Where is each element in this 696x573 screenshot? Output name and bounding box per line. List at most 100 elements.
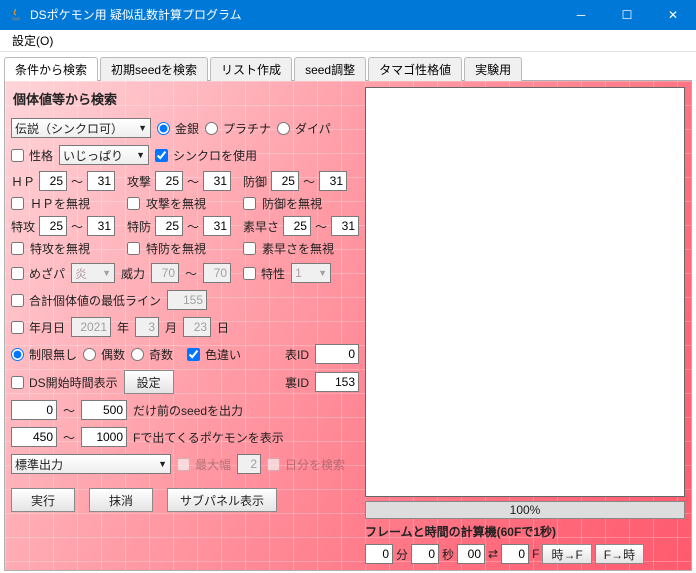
tab-experimental[interactable]: 実験用	[464, 57, 522, 81]
window-title: DSポケモン用 疑似乱数計算プログラム	[30, 0, 558, 30]
tab-egg-nature[interactable]: タマゴ性格値	[368, 57, 462, 81]
iv-atk-lo[interactable]	[155, 171, 183, 191]
date-check[interactable]: 年月日	[11, 319, 65, 336]
hidden-power-lo[interactable]	[151, 263, 179, 283]
output-mode-select[interactable]: 標準出力▼	[11, 454, 171, 474]
iv-spa-lo[interactable]	[39, 216, 67, 236]
nature-check[interactable]: 性格	[11, 147, 53, 164]
menu-settings[interactable]: 設定(O)	[6, 30, 59, 51]
iv-hp-lo[interactable]	[39, 171, 67, 191]
titlebar: DSポケモン用 疑似乱数計算プログラム ─ ☐ ✕	[0, 0, 696, 30]
output-textarea[interactable]	[365, 87, 685, 497]
ft-csec[interactable]	[457, 544, 485, 564]
left-pane: 個体値等から検索 伝説（シンクロ可） ▼ 金銀 プラチナ ダイパ 性格 いじっぱり…	[11, 87, 359, 564]
ds-start-check[interactable]: DS開始時間表示	[11, 374, 118, 391]
front-id-input[interactable]	[315, 344, 359, 364]
chevron-down-icon: ▼	[314, 268, 327, 278]
iv-atk-label: 攻撃	[127, 173, 151, 190]
iv-hp-label: ＨＰ	[11, 173, 35, 190]
minimize-button[interactable]: ─	[558, 0, 604, 30]
iv-spd-label: 特防	[127, 218, 151, 235]
iv-def-lo[interactable]	[271, 171, 299, 191]
tabstrip: 条件から検索 初期seedを検索 リスト作成 seed調整 タマゴ性格値 実験用	[0, 52, 696, 80]
maximize-button[interactable]: ☐	[604, 0, 650, 30]
max-width-check[interactable]: 最大幅	[177, 456, 231, 473]
date-day[interactable]	[183, 317, 211, 337]
iv-spa-ignore[interactable]: 特攻を無視	[11, 240, 117, 257]
frame-range-lo[interactable]	[11, 427, 57, 447]
iv-atk-hi[interactable]	[203, 171, 231, 191]
iv-spa-label: 特攻	[11, 218, 35, 235]
seed-range-suffix: だけ前のseedを出力	[133, 402, 243, 419]
nature-select[interactable]: いじっぱり▼	[59, 145, 149, 165]
date-month[interactable]	[135, 317, 159, 337]
seed-range-lo[interactable]	[11, 400, 57, 420]
iv-spd-lo[interactable]	[155, 216, 183, 236]
frame-to-time-button[interactable]: F→時	[595, 544, 644, 564]
chevron-down-icon: ▼	[134, 123, 147, 133]
tab-search-initial-seed[interactable]: 初期seedを検索	[100, 57, 208, 81]
encounter-type-value: 伝説（シンクロ可）	[15, 120, 123, 137]
tab-seed-adjust[interactable]: seed調整	[294, 57, 366, 81]
iv-grid: ＨＰ ～ 攻撃 ～ 防御 ～ ＨＰを無視 攻撃を無視 防御を無視 特攻 ～ 特防…	[11, 171, 359, 257]
iv-spd-ignore[interactable]: 特防を無視	[127, 240, 233, 257]
seed-range-hi[interactable]	[81, 400, 127, 420]
ft-frames[interactable]	[501, 544, 529, 564]
iv-spe-lo[interactable]	[283, 216, 311, 236]
time-to-frame-button[interactable]: 時→F	[542, 544, 591, 564]
iv-spe-hi[interactable]	[331, 216, 359, 236]
game-pt-radio[interactable]: プラチナ	[205, 120, 271, 137]
section-heading: 個体値等から検索	[13, 89, 359, 108]
max-width-suffix-check[interactable]: 日分を検索	[267, 456, 345, 473]
java-icon	[8, 7, 24, 23]
ds-start-settings-button[interactable]: 設定	[124, 370, 174, 394]
menubar: 設定(O)	[0, 30, 696, 52]
chevron-down-icon: ▼	[154, 459, 167, 469]
iv-def-hi[interactable]	[319, 171, 347, 191]
encounter-type-select[interactable]: 伝説（シンクロ可） ▼	[11, 118, 151, 138]
right-pane: 100% フレームと時間の計算機(60Fで1秒) 分 秒 ⇄ F 時→F F→時	[365, 87, 685, 564]
hidden-power-check[interactable]: めざパ	[11, 265, 65, 282]
date-year[interactable]	[71, 317, 111, 337]
tab-list[interactable]: リスト作成	[210, 57, 292, 81]
hidden-power-type[interactable]: 炎▼	[71, 263, 115, 283]
ability-check[interactable]: 特性	[243, 265, 285, 282]
ability-select[interactable]: 1▼	[291, 263, 331, 283]
ft-sec[interactable]	[411, 544, 439, 564]
shiny-check[interactable]: 色違い	[187, 346, 241, 363]
iv-atk-ignore[interactable]: 攻撃を無視	[127, 195, 233, 212]
iv-hp-hi[interactable]	[87, 171, 115, 191]
subpanel-button[interactable]: サブパネル表示	[167, 488, 277, 512]
iv-def-label: 防御	[243, 173, 267, 190]
game-dp-radio[interactable]: ダイパ	[277, 120, 331, 137]
iv-spe-label: 素早さ	[243, 218, 279, 235]
run-button[interactable]: 実行	[11, 488, 75, 512]
chevron-down-icon: ▼	[98, 268, 111, 278]
ft-min[interactable]	[365, 544, 393, 564]
frame-range-hi[interactable]	[81, 427, 127, 447]
tab-search-by-condition[interactable]: 条件から検索	[4, 57, 98, 81]
sync-check[interactable]: シンクロを使用	[155, 147, 257, 164]
frametime-title: フレームと時間の計算機(60Fで1秒)	[365, 523, 685, 540]
total-iv-check[interactable]: 合計個体値の最低ライン	[11, 292, 161, 309]
progress-bar: 100%	[365, 501, 685, 519]
total-iv-value[interactable]	[167, 290, 207, 310]
max-width-value	[237, 454, 261, 474]
back-id-label: 裏ID	[285, 374, 309, 391]
frame-range-suffix: Fで出てくるポケモンを表示	[133, 429, 284, 446]
limit-none-radio[interactable]: 制限無し	[11, 346, 77, 363]
iv-def-ignore[interactable]: 防御を無視	[243, 195, 359, 212]
limit-even-radio[interactable]: 偶数	[83, 346, 125, 363]
limit-odd-radio[interactable]: 奇数	[131, 346, 173, 363]
front-id-label: 表ID	[285, 346, 309, 363]
close-button[interactable]: ✕	[650, 0, 696, 30]
nature-value: いじっぱり	[63, 147, 123, 164]
back-id-input[interactable]	[315, 372, 359, 392]
clear-button[interactable]: 抹消	[89, 488, 153, 512]
iv-spe-ignore[interactable]: 素早さを無視	[243, 240, 359, 257]
game-gs-radio[interactable]: 金銀	[157, 120, 199, 137]
iv-spd-hi[interactable]	[203, 216, 231, 236]
iv-spa-hi[interactable]	[87, 216, 115, 236]
hidden-power-hi[interactable]	[203, 263, 231, 283]
iv-hp-ignore[interactable]: ＨＰを無視	[11, 195, 117, 212]
